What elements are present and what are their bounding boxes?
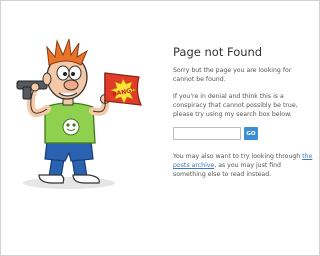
search-input[interactable] xyxy=(173,127,241,140)
denial-text: If you're in denial and think this is a … xyxy=(173,93,298,118)
intro-text: Sorry but the page you are looking for c… xyxy=(173,67,292,83)
archive-text: You may also want to try looking through… xyxy=(173,152,313,179)
archive-text-before: You may also want to try looking through xyxy=(173,153,303,160)
page-frame: BANG! Page not Found Sorry but the page … xyxy=(0,0,320,256)
page-title: Page not Found xyxy=(173,45,263,59)
cartoon-man-with-gun: BANG! xyxy=(16,38,142,189)
search-form: GO xyxy=(173,127,313,140)
not-found-content: Page not Found Sorry but the page you ar… xyxy=(173,45,313,187)
go-button[interactable]: GO xyxy=(244,127,258,140)
